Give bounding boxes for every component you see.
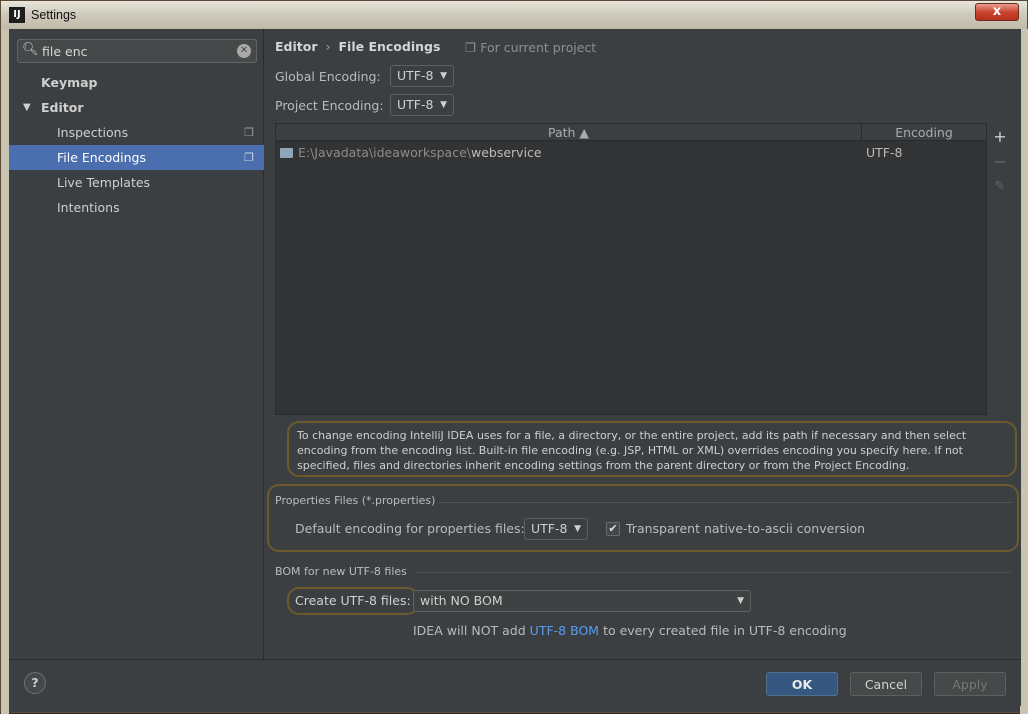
sidebar-item-label: Inspections xyxy=(57,125,129,140)
column-header-path[interactable]: Path ▲ xyxy=(276,124,862,141)
row-path: E:\Javadata\ideaworkspace\webservice xyxy=(298,142,542,164)
chevron-down-icon: ▼ xyxy=(440,100,447,110)
folder-icon xyxy=(280,148,293,158)
default-properties-encoding-label: Default encoding for properties files: xyxy=(295,521,525,536)
window-frame-left xyxy=(1,29,9,714)
dialog-footer: ? OK Cancel Apply xyxy=(9,659,1021,706)
global-encoding-value: UTF-8 xyxy=(397,68,434,83)
window-frame-right xyxy=(1020,29,1028,714)
sidebar-item-keymap[interactable]: Keymap xyxy=(9,70,264,95)
sidebar-item-inspections[interactable]: Inspections ❐ xyxy=(9,120,264,145)
sidebar-item-label: Editor xyxy=(41,100,84,115)
help-icon[interactable]: ? xyxy=(24,672,46,694)
breadcrumb-parent: Editor xyxy=(275,39,318,54)
sidebar-item-label: Live Templates xyxy=(57,175,151,190)
apply-button[interactable]: Apply xyxy=(934,672,1006,696)
sidebar-item-label: Intentions xyxy=(57,200,120,215)
expand-arrow-icon[interactable]: ▼ xyxy=(23,95,31,120)
bom-select-value: with NO BOM xyxy=(420,593,503,608)
row-path-name: webservice xyxy=(470,145,542,160)
settings-window: IJ Settings x 🔍︎ ✕ Keymap ▼ Editor Inspe… xyxy=(0,0,1028,714)
sidebar-item-file-encodings[interactable]: File Encodings ❐ xyxy=(9,145,264,170)
project-encoding-label: Project Encoding: xyxy=(275,98,384,113)
path-encoding-table[interactable]: Path ▲ Encoding E:\Javadata\ideaworkspac… xyxy=(275,123,987,415)
properties-encoding-value: UTF-8 xyxy=(531,521,568,536)
title-bar[interactable]: IJ Settings x xyxy=(1,1,1027,29)
project-scope-icon: ❐ xyxy=(244,126,254,139)
window-title: Settings xyxy=(31,8,77,22)
bom-note-after: to every created file in UTF-8 encoding xyxy=(603,623,847,638)
project-encoding-select[interactable]: UTF-8 ▼ xyxy=(390,94,454,116)
bom-note-before: IDEA will NOT add xyxy=(413,623,526,638)
chevron-down-icon: ▼ xyxy=(737,596,744,606)
breadcrumb-separator-icon: › xyxy=(325,39,331,54)
table-header: Path ▲ Encoding xyxy=(276,124,986,141)
sidebar-item-editor[interactable]: ▼ Editor xyxy=(9,95,264,120)
settings-sidebar: 🔍︎ ✕ Keymap ▼ Editor Inspections ❐ File … xyxy=(9,29,264,659)
sidebar-item-intentions[interactable]: Intentions xyxy=(9,195,264,220)
utf8-bom-link[interactable]: UTF-8 BOM xyxy=(530,623,599,638)
column-header-encoding[interactable]: Encoding xyxy=(862,124,986,141)
sidebar-item-live-templates[interactable]: Live Templates xyxy=(9,170,264,195)
sidebar-item-label: Keymap xyxy=(41,75,98,90)
bom-select[interactable]: with NO BOM ▼ xyxy=(413,590,751,612)
group-separator xyxy=(415,572,1011,573)
group-separator xyxy=(439,502,1013,503)
properties-encoding-select[interactable]: UTF-8 ▼ xyxy=(524,518,588,540)
table-toolbar: + − ✎ xyxy=(987,123,1013,415)
table-row[interactable]: E:\Javadata\ideaworkspace\webservice UTF… xyxy=(276,142,986,164)
row-encoding[interactable]: UTF-8 xyxy=(866,142,902,164)
project-scope-icon: ❐ xyxy=(465,40,477,55)
project-encoding-value: UTF-8 xyxy=(397,97,434,112)
breadcrumb-current: File Encodings xyxy=(338,39,441,54)
edit-icon[interactable]: ✎ xyxy=(992,179,1008,195)
settings-search-input[interactable] xyxy=(40,42,230,60)
cancel-button[interactable]: Cancel xyxy=(850,672,922,696)
scope-label: For current project xyxy=(480,40,597,55)
add-icon[interactable]: + xyxy=(992,129,1008,145)
breadcrumb: Editor › File Encodings xyxy=(275,39,440,54)
encoding-hint-text: To change encoding IntelliJ IDEA uses fo… xyxy=(287,421,1017,477)
clear-search-icon[interactable]: ✕ xyxy=(237,44,251,58)
settings-content: Editor › File Encodings ❐ For current proj… xyxy=(265,29,1021,659)
checkmark-icon: ✔ xyxy=(608,522,618,535)
bom-group-title: BOM for new UTF-8 files xyxy=(275,565,407,578)
search-icon[interactable]: 🔍︎ xyxy=(22,42,39,57)
chevron-down-icon: ▼ xyxy=(574,524,581,534)
remove-icon[interactable]: − xyxy=(992,154,1008,170)
global-encoding-select[interactable]: UTF-8 ▼ xyxy=(390,65,454,87)
transparent-conversion-checkbox[interactable]: ✔ xyxy=(606,522,620,536)
properties-group-title: Properties Files (*.properties) xyxy=(275,494,436,507)
intellij-app-icon: IJ xyxy=(9,7,25,23)
close-window-button[interactable]: x xyxy=(975,3,1019,21)
bom-note: IDEA will NOT add UTF-8 BOM to every cre… xyxy=(413,623,847,638)
properties-files-group: Properties Files (*.properties) Default … xyxy=(267,484,1019,552)
settings-search-box[interactable]: 🔍︎ ✕ xyxy=(17,39,257,63)
chevron-down-icon: ▼ xyxy=(440,71,447,81)
global-encoding-label: Global Encoding: xyxy=(275,69,381,84)
ok-button[interactable]: OK xyxy=(766,672,838,696)
transparent-conversion-label[interactable]: Transparent native-to-ascii conversion xyxy=(626,521,865,536)
sidebar-item-label: File Encodings xyxy=(57,150,147,165)
project-scope-icon: ❐ xyxy=(244,151,254,164)
row-path-prefix: E:\Javadata\ideaworkspace\ xyxy=(298,145,471,160)
create-utf8-label: Create UTF-8 files: xyxy=(287,587,419,615)
scope-indicator: ❐ For current project xyxy=(465,40,596,55)
